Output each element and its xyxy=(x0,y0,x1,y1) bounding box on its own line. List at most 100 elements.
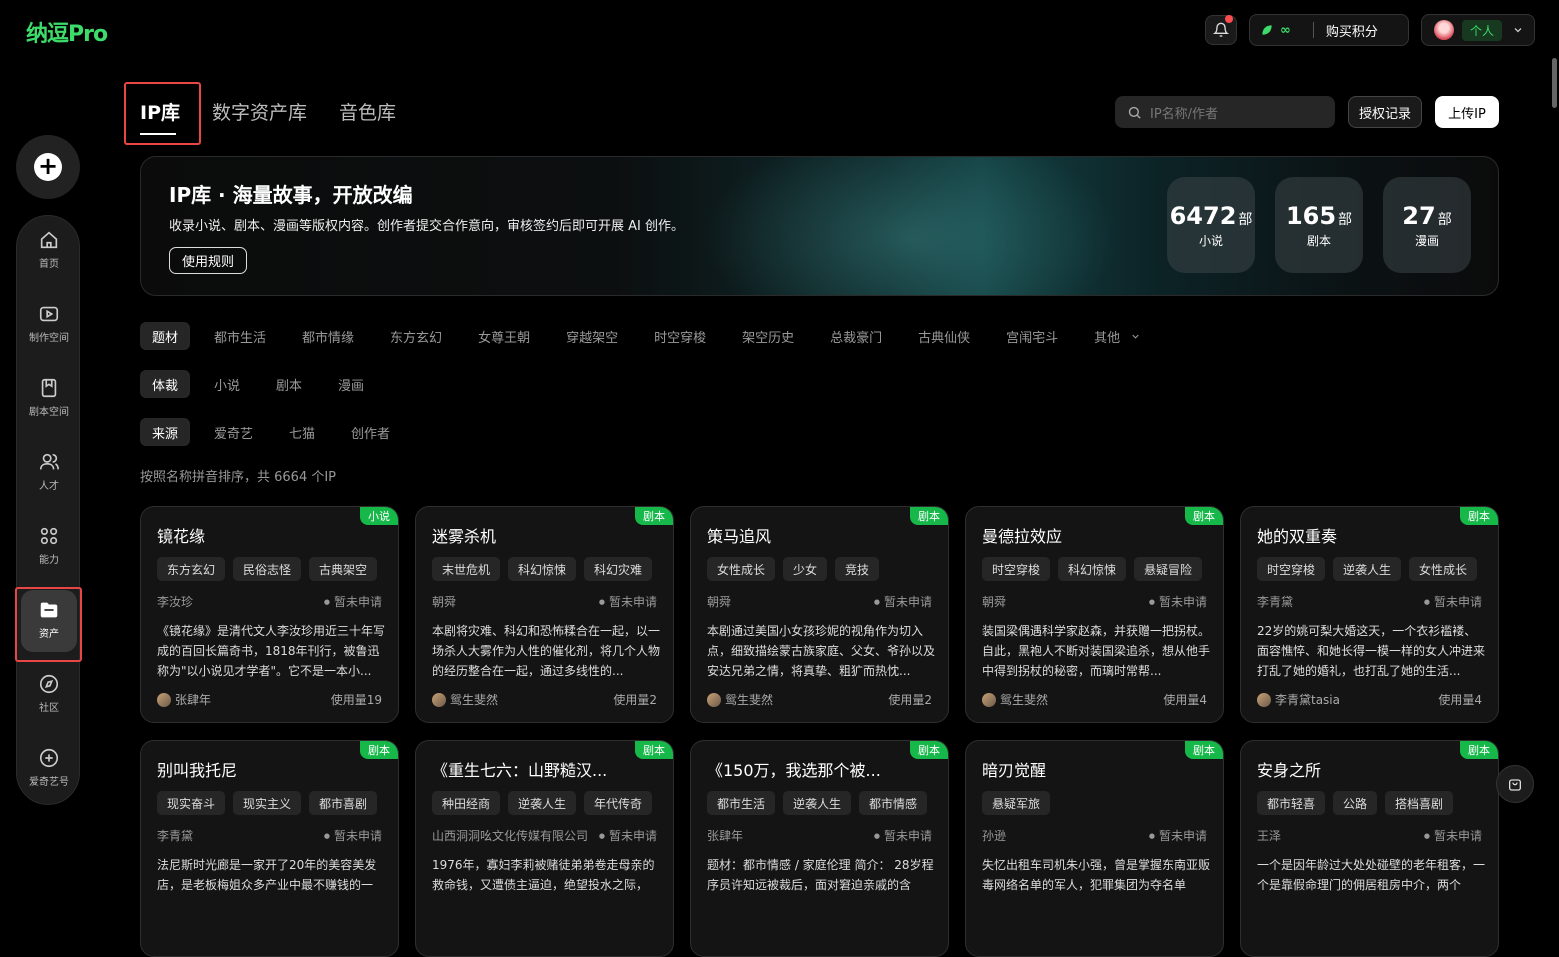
license-records-button[interactable]: 授权记录 xyxy=(1348,96,1422,128)
tag: 科幻灾难 xyxy=(584,557,653,581)
ip-card[interactable]: 剧本 策马追风 女性成长少女竞技 朝舜 暂未申请 本剧通过美国小女孩珍妮的视角作… xyxy=(690,506,949,723)
card-tags: 东方玄幻 民俗志怪 古典架空 xyxy=(157,557,378,581)
filter-label-genre[interactable]: 体裁 xyxy=(140,370,191,398)
card-status: 暂未申请 xyxy=(599,593,657,610)
tag: 女性成长 xyxy=(707,557,776,581)
filter-option[interactable]: 架空历史 xyxy=(730,322,806,350)
app-logo[interactable]: 纳逗Pro xyxy=(26,16,108,48)
card-tags: 末世危机 科幻惊悚 科幻灾难 xyxy=(432,557,653,581)
filter-option[interactable]: 剧本 xyxy=(264,370,314,398)
card-tags: 时空穿梭 科幻惊悚 悬疑冒险 xyxy=(982,557,1203,581)
card-description: 装国梁偶遇科学家赵森，并获赠一把拐杖。自此，黑袍人不断对装国梁追杀，想从他手中得… xyxy=(982,624,1211,678)
card-description: 本剧通过美国小女孩珍妮的视角作为切入点，细致描绘蒙古族家庭、父女、爷孙以及安达兄… xyxy=(707,624,936,678)
tab-digital-assets[interactable]: 数字资产库 xyxy=(212,98,307,135)
cart-button[interactable] xyxy=(1496,765,1534,803)
filter-option[interactable]: 东方玄幻 xyxy=(378,322,454,350)
highlight-box xyxy=(15,587,82,662)
card-status: 暂未申请 xyxy=(874,827,932,844)
ip-card[interactable]: 剧本 迷雾杀机 末世危机科幻惊悚科幻灾难 朝舜 暂未申请 本剧将灾难、科幻和恐怖… xyxy=(415,506,674,723)
card-footer: 鸳生斐然 使用量2 xyxy=(432,691,657,708)
card-title: 别叫我托尼 xyxy=(157,761,238,780)
create-button[interactable]: + xyxy=(16,135,80,199)
sidebar-item-home[interactable]: 首页 xyxy=(17,216,81,282)
tag: 种田经商 xyxy=(432,791,501,815)
scrollbar[interactable] xyxy=(1552,58,1557,108)
ip-card[interactable]: 剧本 曼德拉效应 时空穿梭科幻惊悚悬疑冒险 朝舜 暂未申请 装国梁偶遇科学家赵森… xyxy=(965,506,1224,723)
tag: 竞技 xyxy=(835,557,880,581)
ip-card[interactable]: 剧本 暗刃觉醒 悬疑军旅 孙逊 暂未申请 失忆出租车司机朱小强，曾是掌握东南亚贩… xyxy=(965,740,1224,957)
filter-option[interactable]: 都市情缘 xyxy=(290,322,366,350)
tag: 都市生活 xyxy=(707,791,776,815)
sidebar-item-scripts[interactable]: 剧本空间 xyxy=(17,364,81,430)
tag: 逆袭人生 xyxy=(783,791,852,815)
filter-option[interactable]: 爱奇艺 xyxy=(202,418,265,446)
filter-option[interactable]: 小说 xyxy=(202,370,252,398)
filter-option[interactable]: 七猫 xyxy=(277,418,327,446)
card-description: 一个是因年龄过大处处碰壁的老年租客，一个是靠假命理门的佣居租房中介，两个 xyxy=(1257,858,1486,892)
filter-option[interactable]: 漫画 xyxy=(326,370,376,398)
ip-card[interactable]: 剧本 安身之所 都市轻喜公路搭档喜剧 王泽 暂未申请 一个是因年龄过大处处碰壁的… xyxy=(1240,740,1499,957)
filter-option[interactable]: 宫闱宅斗 xyxy=(994,322,1070,350)
buy-credits-label[interactable]: 购买积分 xyxy=(1326,21,1378,40)
usage-count: 使用量2 xyxy=(613,693,657,707)
stat-number: 6472 xyxy=(1169,201,1237,230)
usage-rules-button[interactable]: 使用规则 xyxy=(169,247,248,274)
filter-option[interactable]: 总裁豪门 xyxy=(818,322,894,350)
credits-button[interactable]: ∞ 购买积分 xyxy=(1249,14,1409,46)
usage-count: 使用量19 xyxy=(330,693,382,707)
ip-card[interactable]: 剧本 《150万，我选那个被... 都市生活逆袭人生都市情感 张肆年 暂未申请 … xyxy=(690,740,949,957)
search-icon xyxy=(1128,106,1141,119)
filter-option[interactable]: 创作者 xyxy=(339,418,402,446)
card-author: 朝舜 xyxy=(432,595,457,609)
sidebar-item-talent[interactable]: 人才 xyxy=(17,438,81,504)
usage-count: 使用量4 xyxy=(1163,693,1207,707)
upload-ip-button[interactable]: 上传IP xyxy=(1435,96,1499,128)
filter-more[interactable]: 其他 xyxy=(1082,322,1153,350)
stat-novels: 6472 部 小说 xyxy=(1167,177,1255,273)
card-user: 鸳生斐然 xyxy=(432,691,498,708)
plus-circle-icon xyxy=(39,748,59,767)
tab-voice-library[interactable]: 音色库 xyxy=(339,98,396,135)
filter-option[interactable]: 古典仙侠 xyxy=(906,322,982,350)
card-status: 暂未申请 xyxy=(1424,827,1482,844)
card-tags: 种田经商 逆袭人生 年代传奇 xyxy=(432,791,653,815)
ip-card[interactable]: 剧本 别叫我托尼 现实奋斗现实主义都市喜剧 李青黛 暂未申请 法尼斯时光廊是一家… xyxy=(140,740,399,957)
ip-card[interactable]: 剧本 她的双重奏 时空穿梭逆袭人生女性成长 李青黛 暂未申请 22岁的姚可梨大婚… xyxy=(1240,506,1499,723)
filter-option[interactable]: 都市生活 xyxy=(202,322,278,350)
card-title: 《重生七六：山野糙汉... xyxy=(432,761,608,780)
ip-card[interactable]: 剧本 《重生七六：山野糙汉... 种田经商 逆袭人生 年代传奇 山西洞洞吆文化传媒有… xyxy=(415,740,674,957)
avatar xyxy=(1257,692,1271,707)
tag: 古典架空 xyxy=(309,557,378,581)
notification-button[interactable] xyxy=(1205,15,1237,45)
tag: 女性成长 xyxy=(1409,557,1478,581)
filter-label-source[interactable]: 来源 xyxy=(140,418,191,446)
top-bar: 纳逗Pro ∞ 购买积分 个人 xyxy=(0,0,1559,60)
search-input[interactable]: IP名称/作者 xyxy=(1115,96,1335,128)
sidebar-item-iqiyi[interactable]: 爱奇艺号 xyxy=(17,734,81,800)
filter-label-theme[interactable]: 题材 xyxy=(140,322,191,350)
ip-card[interactable]: 小说 镜花缘 东方玄幻民俗志怪古典架空 李汝珍 暂未申请 《镜花缘》是清代文人李… xyxy=(140,506,399,723)
card-description: 法尼斯时光廊是一家开了20年的美容美发店，是老板梅姐众多产业中最不赚钱的一 xyxy=(157,858,377,892)
sidebar-item-label: 爱奇艺号 xyxy=(29,776,69,788)
tag: 都市情感 xyxy=(859,791,928,815)
filter-option[interactable]: 女尊王朝 xyxy=(466,322,542,350)
leaf-icon xyxy=(1262,25,1272,35)
card-description: 22岁的姚可梨大婚这天，一个衣衫褴褛、面容憔悴、和她长得一模一样的女人冲进来打乱… xyxy=(1257,624,1486,678)
filter-option[interactable]: 穿越架空 xyxy=(554,322,630,350)
studio-icon xyxy=(39,306,59,321)
card-tags: 现实奋斗 现实主义 都市喜剧 xyxy=(157,791,378,815)
card-author: 王泽 xyxy=(1257,829,1282,843)
tag: 年代传奇 xyxy=(584,791,653,815)
stat-comics: 27 部 漫画 xyxy=(1383,177,1471,273)
sidebar-item-studio[interactable]: 制作空间 xyxy=(17,290,81,356)
sidebar-item-abilities[interactable]: 能力 xyxy=(17,512,81,578)
tag: 逆袭人生 xyxy=(508,791,577,815)
card-user: 张肆年 xyxy=(157,691,211,708)
card-author: 张肆年 xyxy=(707,829,744,843)
sidebar-item-community[interactable]: 社区 xyxy=(17,660,81,726)
notification-dot xyxy=(1225,15,1233,23)
user-menu[interactable]: 个人 xyxy=(1421,14,1535,46)
tag: 悬疑冒险 xyxy=(1134,557,1203,581)
filter-option[interactable]: 时空穿梭 xyxy=(642,322,718,350)
card-user: 鸳生斐然 xyxy=(707,691,773,708)
